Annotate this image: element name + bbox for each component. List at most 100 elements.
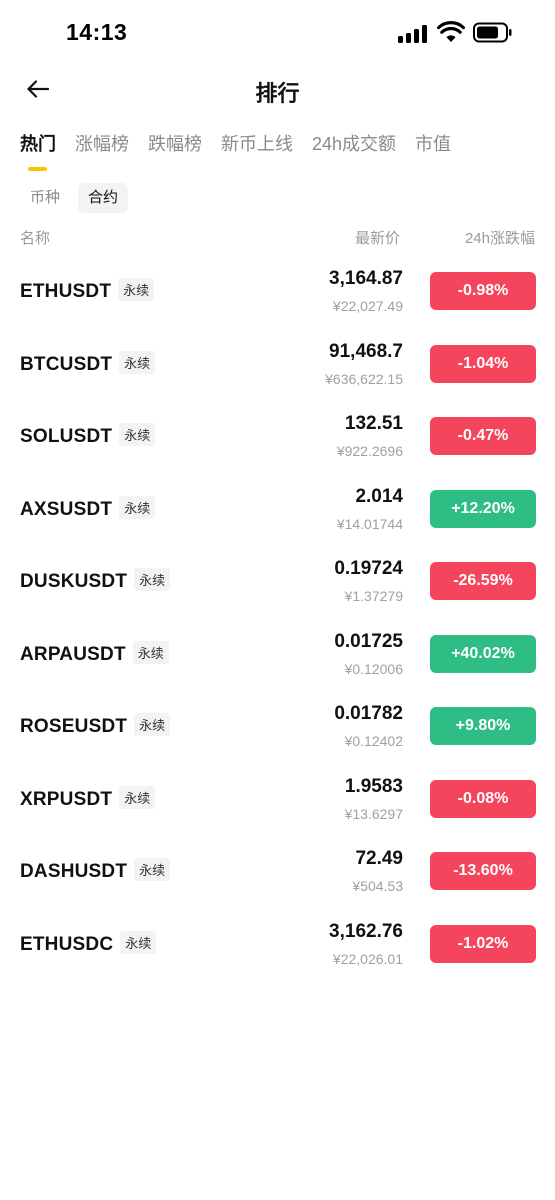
change-badge: +9.80%	[430, 707, 536, 745]
list-item[interactable]: AXSUSDT 永续 2.014 ¥14.01744 +12.20%	[0, 473, 555, 546]
perpetual-badge: 永续	[132, 640, 169, 664]
change-badge: -1.02%	[430, 924, 536, 963]
change-badge: -26.59%	[430, 562, 536, 600]
cny-price: ¥922.2696	[336, 443, 403, 459]
pair-symbol: SOLUSDT	[20, 426, 113, 447]
wifi-icon	[437, 21, 465, 42]
pair-symbol: XRPUSDT	[20, 788, 113, 810]
tab-label: 市值	[415, 134, 452, 154]
perpetual-badge: 永续	[119, 350, 156, 374]
list-item[interactable]: XRPUSDT 永续 1.9583 ¥13.6297 -0.08%	[0, 763, 555, 836]
change-badge: -13.60%	[430, 852, 536, 890]
last-price: 3,164.87	[329, 268, 403, 289]
list-item[interactable]: ROSEUSDT 永续 0.01782 ¥0.12402 +9.80%	[0, 690, 555, 763]
column-header: 名称 最新价 24h涨跌幅	[0, 227, 555, 249]
list-item[interactable]: ARPAUSDT 永续 0.01725 ¥0.12006 +40.02%	[0, 618, 555, 691]
change-badge: -0.98%	[430, 272, 536, 310]
last-price: 0.19724	[334, 558, 403, 579]
cny-price: ¥22,027.49	[332, 298, 403, 314]
tab-hot[interactable]: 热门	[20, 130, 56, 171]
change-badge: -0.47%	[430, 417, 536, 455]
header: 排行	[0, 64, 555, 114]
pair-symbol: AXSUSDT	[20, 498, 113, 520]
market-type-tabs: 币种 合约	[20, 183, 136, 213]
change-badge: -0.08%	[430, 779, 536, 818]
tab-gainers[interactable]: 涨幅榜	[75, 130, 129, 164]
pair-name: DASHUSDT 永续	[20, 858, 171, 883]
pair-name: DUSKUSDT 永续	[20, 568, 171, 593]
pair-name: AXSUSDT 永续	[20, 495, 156, 521]
pair-name: SOLUSDT 永续	[20, 423, 156, 448]
pair-name: ARPAUSDT 永续	[20, 640, 169, 666]
perpetual-badge: 永续	[119, 785, 156, 809]
pair-name: ETHUSDC 永续	[20, 930, 157, 956]
column-change: 24h涨跌幅	[464, 230, 535, 247]
category-tabs: 热门 涨幅榜 跌幅榜 新币上线 24h成交额 市值	[20, 130, 470, 174]
pair-symbol: BTCUSDT	[20, 353, 113, 375]
pair-symbol: ARPAUSDT	[20, 643, 126, 665]
list-item[interactable]: SOLUSDT 永续 132.51 ¥922.2696 -0.47%	[0, 400, 555, 473]
list-item[interactable]: DASHUSDT 永续 72.49 ¥504.53 -13.60%	[0, 835, 555, 908]
cny-price: ¥636,622.15	[325, 370, 403, 387]
list-item[interactable]: DUSKUSDT 永续 0.19724 ¥1.37279 -26.59%	[0, 545, 555, 618]
tab-24h-volume[interactable]: 24h成交额	[312, 130, 396, 164]
tab-label: 24h成交额	[312, 134, 397, 154]
pair-symbol: ROSEUSDT	[20, 716, 128, 737]
pair-symbol: DASHUSDT	[20, 861, 128, 882]
tab-losers[interactable]: 跌幅榜	[148, 130, 202, 164]
last-price: 0.01782	[334, 703, 403, 724]
cny-price: ¥504.53	[352, 878, 403, 894]
ranking-page: 14:13 排行 热门 涨幅榜 跌幅榜 新币上线 24h成交额 市值 币种 合约…	[0, 0, 555, 1200]
page-title: 排行	[255, 81, 300, 106]
active-tab-indicator	[28, 167, 47, 171]
perpetual-badge: 永续	[120, 930, 157, 954]
ranking-list: ETHUSDT 永续 3,164.87 ¥22,027.49 -0.98% BTC…	[0, 255, 555, 980]
perpetual-badge: 永续	[134, 713, 171, 736]
last-price: 72.49	[355, 848, 403, 869]
perpetual-badge: 永续	[119, 423, 156, 446]
perpetual-badge: 永续	[134, 568, 171, 591]
subtab-futures[interactable]: 合约	[78, 183, 129, 213]
tab-label: 热门	[20, 134, 56, 154]
column-name: 名称	[20, 230, 51, 247]
last-price: 2.014	[355, 485, 403, 507]
status-bar: 14:13	[0, 0, 555, 64]
last-price: 91,468.7	[329, 340, 403, 362]
last-price: 1.9583	[344, 775, 403, 797]
list-item[interactable]: BTCUSDT 永续 91,468.7 ¥636,622.15 -1.04%	[0, 328, 555, 401]
last-price: 0.01725	[334, 630, 403, 652]
tab-new-listings[interactable]: 新币上线	[221, 130, 293, 164]
list-item[interactable]: ETHUSDC 永续 3,162.76 ¥22,026.01 -1.02%	[0, 908, 555, 981]
cny-price: ¥0.12006	[344, 660, 403, 677]
perpetual-badge: 永续	[134, 858, 171, 881]
tab-label: 跌幅榜	[148, 134, 202, 154]
status-time: 14:13	[66, 19, 128, 45]
subtab-spot[interactable]: 币种	[20, 183, 70, 213]
last-price: 3,162.76	[329, 920, 403, 942]
cny-price: ¥13.6297	[344, 805, 403, 822]
pair-name: BTCUSDT 永续	[20, 350, 156, 376]
change-badge: +40.02%	[430, 634, 536, 673]
battery-icon	[473, 22, 512, 43]
tab-label: 新币上线	[221, 134, 293, 154]
pair-symbol: ETHUSDT	[20, 281, 112, 302]
change-badge: -1.04%	[430, 344, 536, 383]
change-badge: +12.20%	[430, 489, 536, 528]
column-price: 最新价	[354, 230, 400, 247]
tab-market-cap[interactable]: 市值	[415, 130, 451, 164]
pair-symbol: ETHUSDC	[20, 933, 114, 955]
cellular-signal-icon	[398, 23, 428, 43]
pair-name: ETHUSDT 永续	[20, 278, 155, 303]
cny-price: ¥0.12402	[344, 733, 403, 749]
pair-name: XRPUSDT 永续	[20, 785, 156, 811]
cny-price: ¥1.37279	[344, 588, 403, 604]
pair-name: ROSEUSDT 永续	[20, 713, 171, 738]
pair-symbol: DUSKUSDT	[20, 571, 128, 592]
cny-price: ¥22,026.01	[332, 950, 403, 967]
perpetual-badge: 永续	[119, 495, 156, 519]
tab-label: 涨幅榜	[75, 134, 129, 154]
last-price: 132.51	[344, 413, 403, 434]
cny-price: ¥14.01744	[336, 515, 403, 532]
perpetual-badge: 永续	[118, 278, 155, 301]
list-item[interactable]: ETHUSDT 永续 3,164.87 ¥22,027.49 -0.98%	[0, 255, 555, 328]
